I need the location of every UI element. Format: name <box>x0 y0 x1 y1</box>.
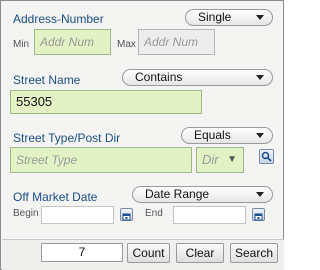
search-panel: Address-Number Single Min Addr Num Max A… <box>0 0 284 270</box>
count-button[interactable]: Count <box>127 243 170 263</box>
chevron-down-icon <box>256 192 264 197</box>
street-name-label: Street Name <box>13 73 81 87</box>
address-min-placeholder: Addr Num <box>40 35 95 49</box>
begin-label: Begin <box>13 208 39 219</box>
end-calendar-button[interactable] <box>252 208 265 221</box>
dir-dropdown-arrow-icon: ▼ <box>227 154 237 165</box>
address-max-input[interactable]: Addr Num <box>138 29 215 55</box>
street-name-mode-value: Contains <box>135 70 183 84</box>
address-max-placeholder: Addr Num <box>144 35 199 49</box>
street-type-label: Street Type/Post Dir <box>13 131 121 145</box>
street-type-input[interactable]: Street Type <box>10 147 192 173</box>
dir-select[interactable]: Dir ▼ <box>196 147 244 173</box>
end-date-input[interactable] <box>173 206 246 224</box>
begin-calendar-button[interactable] <box>120 208 133 221</box>
off-market-date-label: Off Market Date <box>13 190 98 204</box>
street-type-mode-value: Equals <box>194 128 231 142</box>
chevron-down-icon <box>256 75 264 80</box>
address-min-input[interactable]: Addr Num <box>34 29 111 55</box>
calendar-icon <box>122 213 131 221</box>
chevron-down-icon <box>256 15 264 20</box>
search-button[interactable]: Search <box>230 243 278 263</box>
search-icon <box>261 151 272 162</box>
begin-date-input[interactable] <box>41 206 114 224</box>
street-name-input[interactable]: 55305 <box>10 90 202 114</box>
street-lookup-button[interactable] <box>259 149 274 164</box>
end-label: End <box>145 208 163 219</box>
address-max-label: Max <box>117 39 136 50</box>
count-field: 7 <box>41 243 123 262</box>
street-name-value: 55305 <box>16 94 53 109</box>
dir-placeholder: Dir <box>202 152 219 167</box>
clear-button[interactable]: Clear <box>176 243 224 263</box>
calendar-icon <box>254 213 263 221</box>
address-min-label: Min <box>13 39 30 50</box>
street-name-mode-dropdown[interactable]: Contains <box>122 69 273 86</box>
chevron-down-icon <box>256 133 264 138</box>
off-market-mode-dropdown[interactable]: Date Range <box>132 186 273 203</box>
address-mode-value: Single <box>198 10 232 24</box>
address-mode-dropdown[interactable]: Single <box>185 9 273 26</box>
street-type-placeholder: Street Type <box>16 153 78 167</box>
street-type-mode-dropdown[interactable]: Equals <box>181 127 273 144</box>
off-market-mode-value: Date Range <box>145 187 210 201</box>
address-number-label: Address-Number <box>13 12 104 26</box>
